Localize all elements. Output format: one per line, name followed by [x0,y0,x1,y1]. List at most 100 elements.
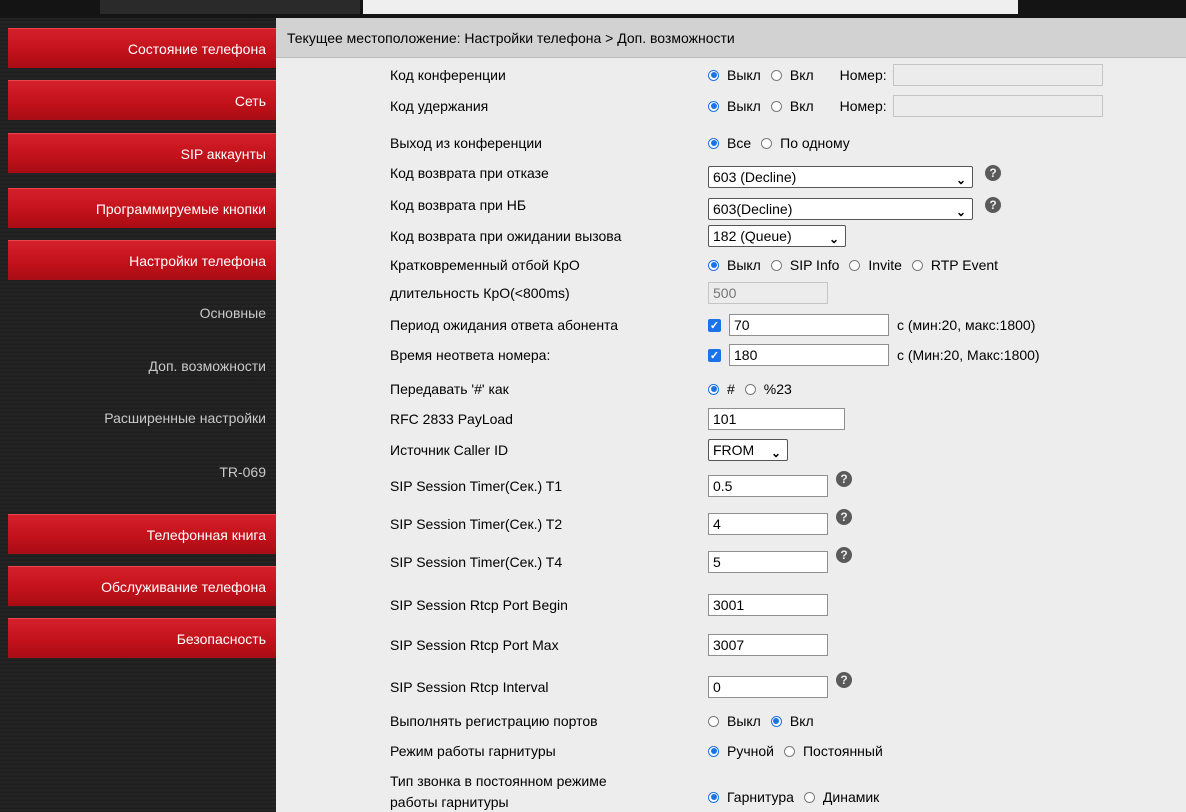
timer-t4-input[interactable]: 5 [708,551,828,573]
radio-port-reg-off[interactable] [708,715,719,727]
no-answer-unit: с (Мин:20, Макс:1800) [897,347,1040,363]
select-value: 182 (Queue) [713,228,792,244]
radio-flash-rtp[interactable] [911,259,923,271]
label-timer-t4: SIP Session Timer(Сек.) T4 [390,554,563,570]
label-flash-duration: длительность КрО(<800ms) [390,285,570,301]
main-content: Текущее местоположение: Настройки телефо… [276,18,1186,812]
label-headset-mode: Режим работы гарнитуры [390,743,556,759]
radio-label-percent23: %23 [763,381,792,397]
reject-code-select[interactable]: 603 (Decline) ⌄ [708,166,973,188]
radio-label-rtp: RTP Event [930,257,999,273]
chevron-down-icon: ⌄ [828,232,839,246]
sidebar-item-features[interactable]: Доп. возможности [8,346,276,386]
label-rtcp-interval: SIP Session Rtcp Interval [390,679,549,695]
radio-flash-off[interactable] [708,259,719,271]
sidebar: Состояние телефона Сеть SIP аккаунты Про… [0,18,276,812]
radio-label-speaker: Динамик [822,789,880,805]
radio-label-on: Вкл [789,67,814,83]
timer-t1-input[interactable]: 0.5 [708,475,828,497]
radio-hold-off[interactable] [708,100,719,112]
label-conference-number: Номер: [839,67,887,83]
rtcp-max-input[interactable]: 3007 [708,634,828,656]
radio-hold-on[interactable] [770,100,782,112]
radio-headset-manual[interactable] [708,745,719,757]
rfc2833-input[interactable]: 101 [708,408,845,430]
sidebar-item-security[interactable]: Безопасность [8,618,276,658]
sidebar-item-programmable-keys[interactable]: Программируемые кнопки [8,188,276,228]
radio-exit-one[interactable] [761,137,773,149]
sidebar-item-maintenance[interactable]: Обслуживание телефона [8,566,276,606]
label-hold-number: Номер: [839,98,887,114]
rtcp-interval-input[interactable]: 0 [708,676,828,698]
radio-flash-invite[interactable] [849,259,861,271]
hold-number-input[interactable] [892,95,1103,117]
label-reject-code: Код возврата при отказе [390,165,549,181]
chevron-down-icon: ⌄ [955,173,966,187]
top-tab-light [363,0,1018,14]
sidebar-item-phone-settings[interactable]: Настройки телефона [8,240,276,280]
radio-ring-speaker[interactable] [803,791,815,803]
radio-label-off: Выкл [727,98,761,114]
radio-label-sipinfo: SIP Info [789,257,840,273]
help-icon[interactable]: ? [836,471,852,487]
sidebar-item-phonebook[interactable]: Телефонная книга [8,514,276,554]
help-icon[interactable]: ? [985,165,1001,181]
label-ring-type-line1: Тип звонка в постоянном режиме [390,773,607,789]
no-answer-input[interactable]: 180 [729,344,889,366]
help-icon[interactable]: ? [836,547,852,563]
help-icon[interactable]: ? [985,197,1001,213]
conference-number-input[interactable] [892,64,1103,86]
radio-port-reg-on[interactable] [770,715,782,727]
radio-label-on: Вкл [789,98,814,114]
label-ring-type-line2: работы гарнитуры [390,794,509,810]
sidebar-item-basic[interactable]: Основные [8,293,276,333]
sidebar-item-advanced[interactable]: Расширенные настройки [8,398,276,438]
select-value: 603 (Decline) [713,169,797,185]
sidebar-item-sip-accounts[interactable]: SIP аккаунты [8,133,276,173]
radio-label-manual: Ручной [727,743,774,759]
label-rtcp-max: SIP Session Rtcp Port Max [390,637,559,653]
sidebar-item-phone-status[interactable]: Состояние телефона [8,28,276,68]
radio-label-off: Выкл [727,713,761,729]
radio-percent23[interactable] [744,383,756,395]
rtcp-begin-input[interactable]: 3001 [708,594,828,616]
label-conference-exit: Выход из конференции [390,135,542,151]
radio-conference-off[interactable] [708,69,719,81]
label-rfc2833: RFC 2833 PayLoad [390,411,513,427]
top-bar [0,0,1186,18]
answer-wait-checkbox[interactable]: ✓ [708,318,721,332]
label-timer-t2: SIP Session Timer(Сек.) T2 [390,516,563,532]
label-rtcp-begin: SIP Session Rtcp Port Begin [390,597,568,613]
radio-label-one: По одному [780,135,850,151]
dnd-code-select[interactable]: 603(Decline) ⌄ [708,198,973,220]
sidebar-item-network[interactable]: Сеть [8,80,276,120]
answer-wait-input[interactable]: 70 [729,314,889,336]
help-icon[interactable]: ? [836,509,852,525]
help-icon[interactable]: ? [836,672,852,688]
label-port-registration: Выполнять регистрацию портов [390,713,598,729]
no-answer-checkbox[interactable]: ✓ [708,348,721,362]
radio-exit-all[interactable] [708,137,719,149]
select-value: 603(Decline) [713,201,793,217]
flash-duration-input[interactable]: 500 [708,282,828,304]
callerid-select[interactable]: FROM ⌄ [708,439,788,461]
radio-conference-on[interactable] [770,69,782,81]
wait-code-select[interactable]: 182 (Queue) ⌄ [708,225,846,247]
radio-label-constant: Постоянный [802,743,883,759]
radio-headset-constant[interactable] [783,745,795,757]
radio-flash-sipinfo[interactable] [770,259,782,271]
answer-wait-unit: с (мин:20, макс:1800) [897,317,1036,333]
label-conference-code: Код конференции [390,67,506,83]
radio-label-off: Выкл [727,67,761,83]
label-no-answer: Время неответа номера: [390,347,551,363]
label-wait-code: Код возврата при ожидании вызова [390,228,622,244]
radio-ring-headset[interactable] [708,791,719,803]
label-flash: Кратковременный отбой КрО [390,257,580,273]
radio-hash[interactable] [708,383,719,395]
label-answer-wait: Период ожидания ответа абонента [390,317,619,333]
top-tab-dark [100,0,360,14]
breadcrumb: Текущее местоположение: Настройки телефо… [276,18,1186,58]
select-value: FROM [713,442,755,458]
timer-t2-input[interactable]: 4 [708,513,828,535]
sidebar-item-tr069[interactable]: TR-069 [8,452,276,492]
